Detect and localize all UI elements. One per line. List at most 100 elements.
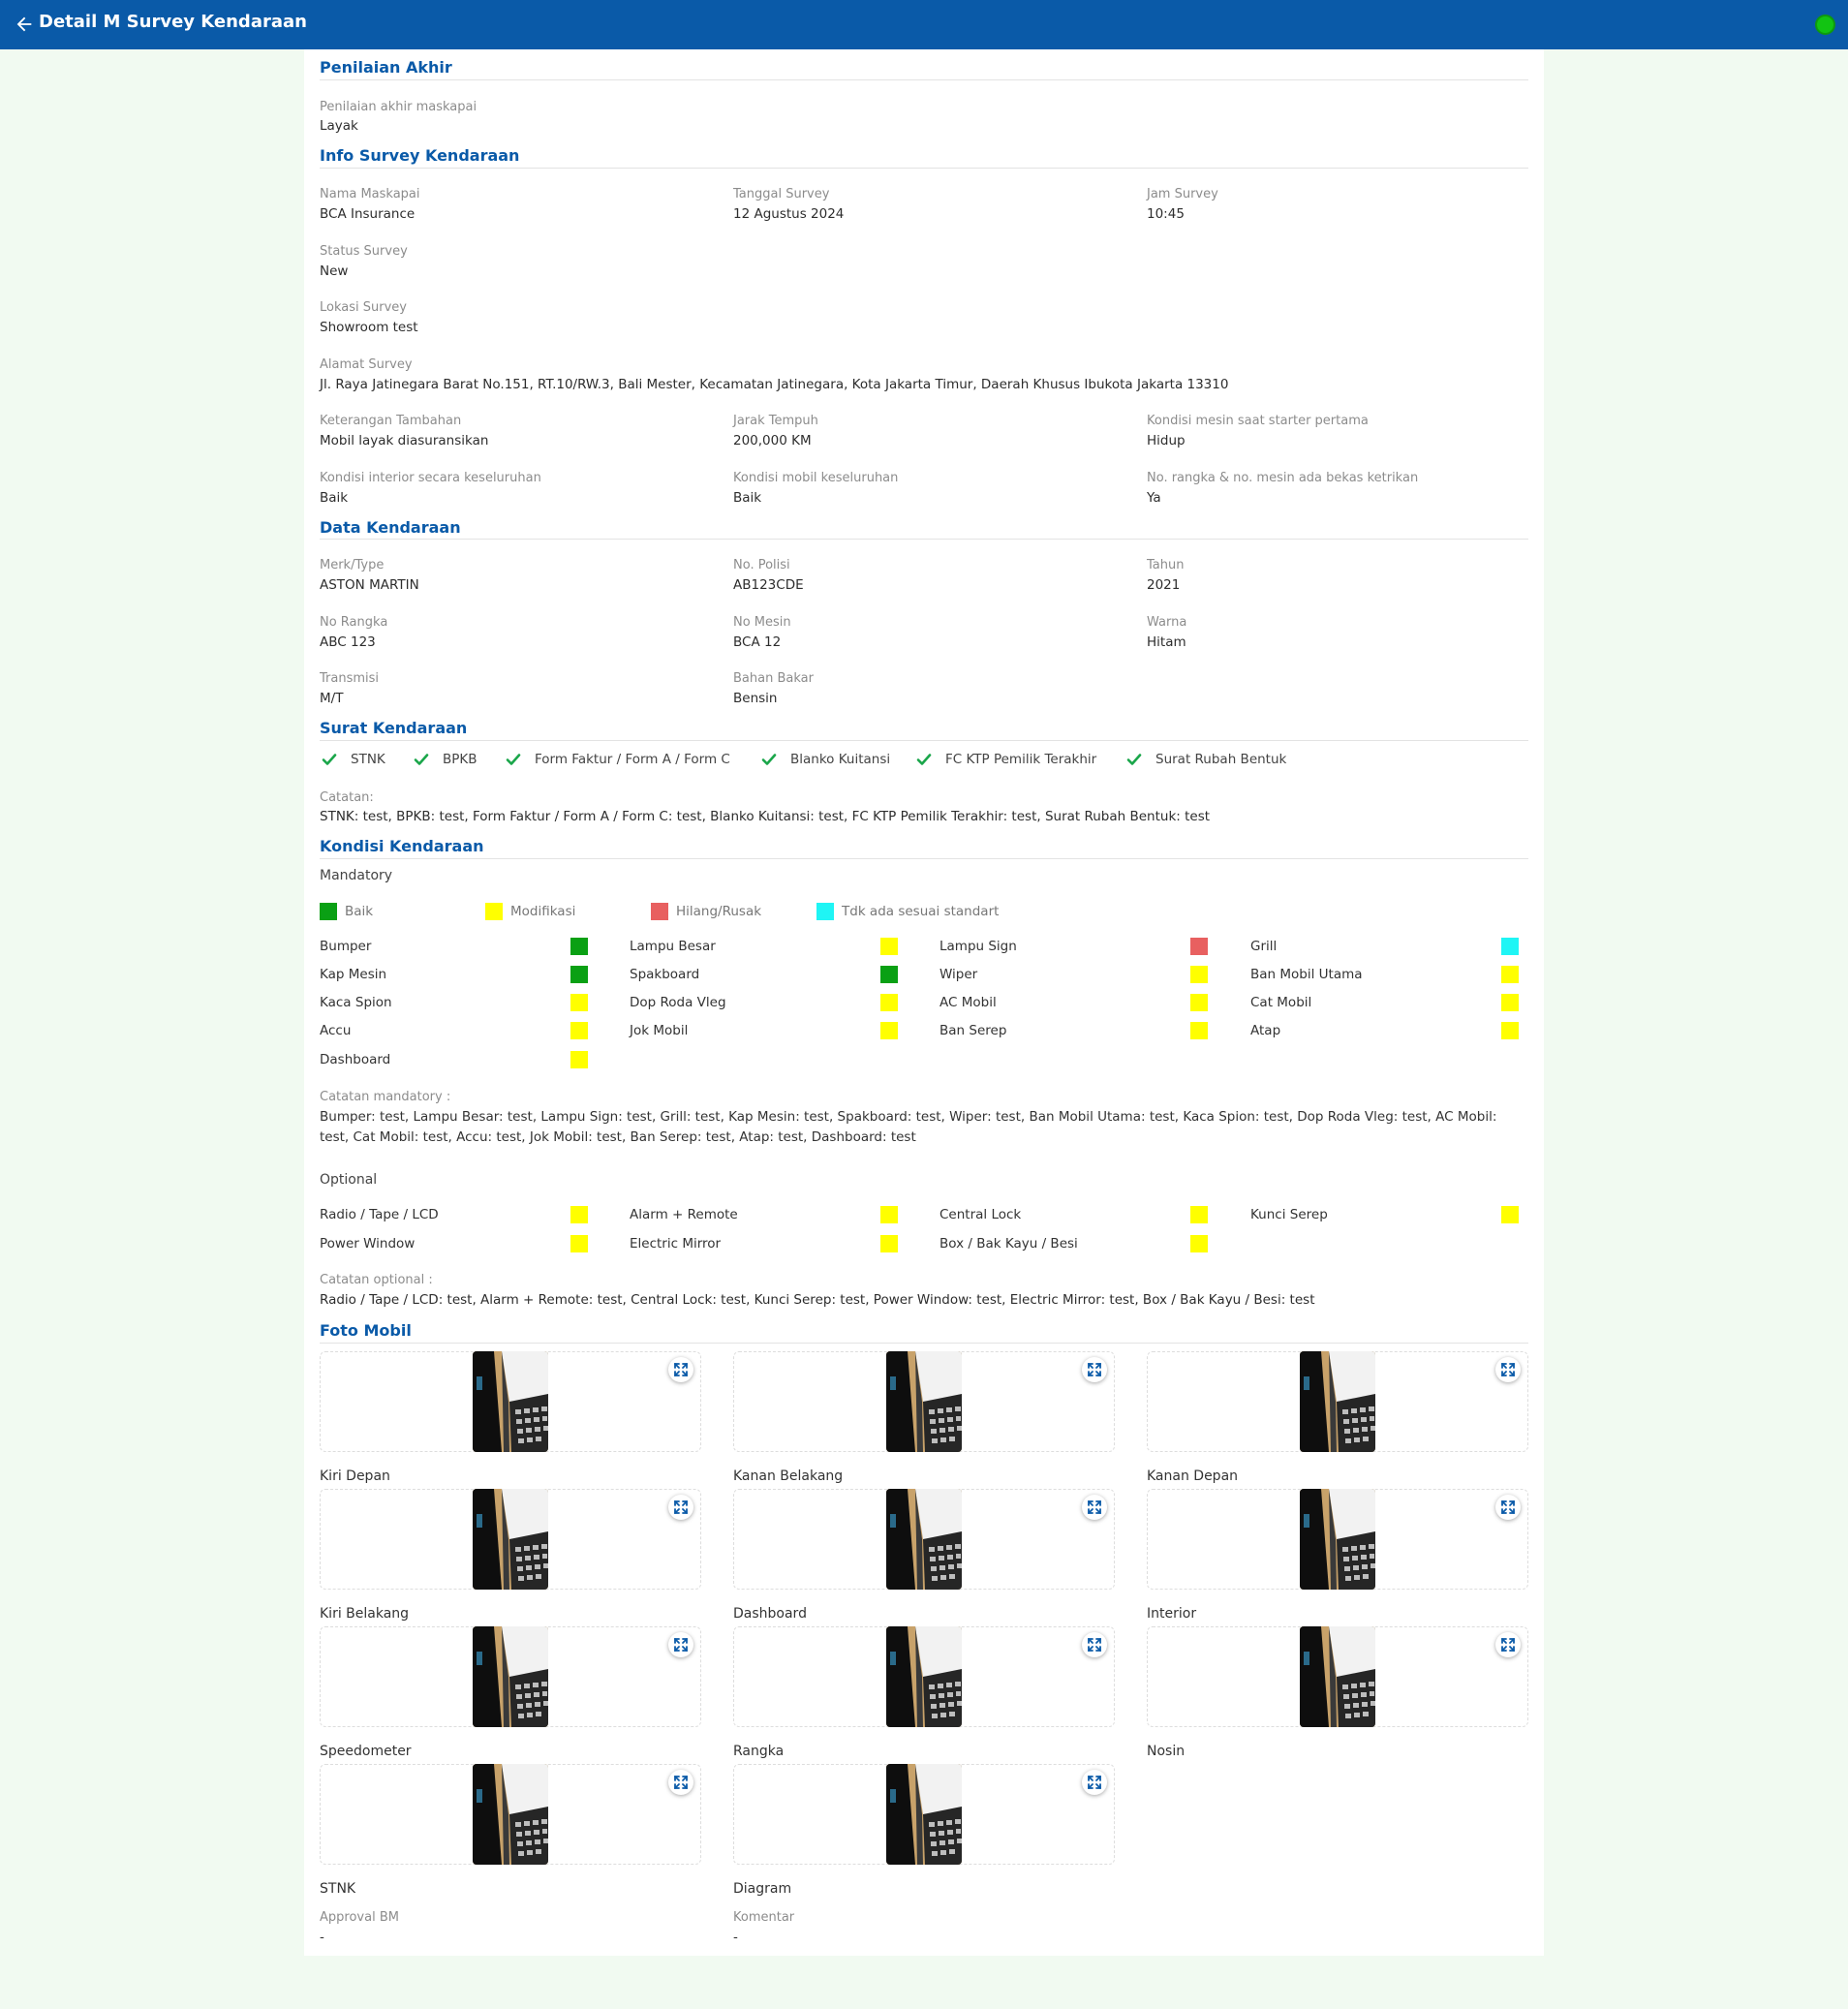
legend-label: Modifikasi (510, 904, 576, 919)
info-field-value: Showroom test (320, 320, 418, 335)
legend-label: Hilang/Rusak (676, 904, 762, 919)
info-field-label: Jarak Tempuh (733, 414, 818, 428)
kendaraan-field-value: Hitam (1147, 634, 1186, 650)
mandatory-note-label: Catatan mandatory : (320, 1090, 451, 1104)
surat-note: STNK: test, BPKB: test, Form Faktur / Fo… (320, 809, 1211, 824)
kendaraan-field-value: Bensin (733, 691, 778, 706)
mandatory-item-status-swatch (1501, 1022, 1519, 1039)
mandatory-item-label: Ban Mobil Utama (1250, 967, 1363, 982)
mandatory-item-status-swatch (1190, 938, 1208, 955)
expand-icon[interactable] (668, 1770, 693, 1795)
check-icon (506, 754, 521, 765)
penilaian-value: Layak (320, 118, 358, 134)
info-field-label: Keterangan Tambahan (320, 414, 462, 428)
photo-label: STNK (320, 1881, 356, 1897)
info-field-label: Tanggal Survey (733, 187, 830, 201)
legend-label: Tdk ada sesuai standart (842, 904, 1000, 919)
mandatory-item-label: Dashboard (320, 1052, 391, 1067)
expand-icon[interactable] (668, 1632, 693, 1657)
approval-value: - (320, 1930, 324, 1945)
expand-icon[interactable] (1082, 1770, 1107, 1795)
top-app-bar: Detail M Survey Kendaraan (0, 0, 1848, 49)
section-title-penilaian: Penilaian Akhir (320, 58, 452, 77)
mandatory-item-status-swatch (880, 938, 898, 955)
optional-item-status-swatch (880, 1206, 898, 1223)
penilaian-label: Penilaian akhir maskapai (320, 100, 477, 114)
photo-label: Interior (1147, 1606, 1197, 1622)
optional-item-label: Box / Bak Kayu / Besi (939, 1236, 1078, 1252)
photo-label: Kiri Depan (320, 1468, 390, 1484)
mandatory-item-status-swatch (1190, 1022, 1208, 1039)
expand-icon[interactable] (668, 1357, 693, 1382)
expand-icon[interactable] (1495, 1495, 1521, 1520)
mandatory-item-label: Wiper (939, 967, 978, 982)
photo-label: Kanan Belakang (733, 1468, 844, 1484)
section-divider (320, 1343, 1528, 1344)
kendaraan-field-label: Merk/Type (320, 558, 385, 572)
surat-item-label: STNK (351, 752, 385, 767)
mandatory-item-label: Lampu Besar (630, 939, 716, 954)
expand-icon[interactable] (1082, 1495, 1107, 1520)
car-photo-thumbnail[interactable] (886, 1489, 962, 1590)
info-field-label: Kondisi mobil keseluruhan (733, 471, 899, 485)
optional-item-label: Radio / Tape / LCD (320, 1207, 439, 1222)
optional-item-label: Kunci Serep (1250, 1207, 1328, 1222)
mandatory-note: Bumper: test, Lampu Besar: test, Lampu S… (320, 1109, 1497, 1145)
photo-label: Dashboard (733, 1606, 807, 1622)
photo-label: Speedometer (320, 1744, 412, 1759)
section-title-data-kendaraan: Data Kendaraan (320, 518, 461, 537)
mandatory-item-status-swatch (570, 938, 588, 955)
section-divider (320, 168, 1528, 169)
surat-item-label: FC KTP Pemilik Terakhir (945, 752, 1097, 767)
check-icon (322, 754, 337, 765)
info-field-label: Nama Maskapai (320, 187, 420, 201)
car-photo-thumbnail[interactable] (473, 1489, 548, 1590)
optional-note-label: Catatan optional : (320, 1273, 433, 1287)
photo-label: Rangka (733, 1744, 785, 1759)
check-icon (761, 754, 777, 765)
kendaraan-field-value: ABC 123 (320, 634, 376, 650)
mandatory-item-label: Accu (320, 1023, 352, 1038)
section-title-kondisi: Kondisi Kendaraan (320, 837, 484, 855)
optional-item-status-swatch (1190, 1235, 1208, 1252)
expand-icon[interactable] (668, 1495, 693, 1520)
optional-item-status-swatch (880, 1235, 898, 1252)
optional-item-status-swatch (1501, 1206, 1519, 1223)
surat-item-label: Form Faktur / Form A / Form C (535, 752, 730, 767)
legend-swatch (320, 903, 337, 920)
car-photo-thumbnail[interactable] (1300, 1351, 1375, 1452)
car-photo-thumbnail[interactable] (1300, 1626, 1375, 1727)
info-field-label: Status Survey (320, 244, 408, 259)
mandatory-item-label: Lampu Sign (939, 939, 1017, 954)
mandatory-item-status-swatch (880, 1022, 898, 1039)
mandatory-item-label: AC Mobil (939, 995, 997, 1010)
mandatory-item-status-swatch (1501, 966, 1519, 983)
expand-icon[interactable] (1495, 1632, 1521, 1657)
surat-note-label: Catatan: (320, 790, 374, 805)
surat-item-label: Blanko Kuitansi (790, 752, 891, 767)
back-arrow-icon[interactable] (14, 14, 35, 35)
expand-icon[interactable] (1495, 1357, 1521, 1382)
car-photo-thumbnail[interactable] (473, 1626, 548, 1727)
car-photo-thumbnail[interactable] (886, 1351, 962, 1452)
section-title-foto: Foto Mobil (320, 1321, 412, 1340)
kendaraan-field-value: 2021 (1147, 577, 1181, 593)
car-photo-thumbnail[interactable] (886, 1626, 962, 1727)
check-icon (916, 754, 932, 765)
car-photo-thumbnail[interactable] (473, 1764, 548, 1865)
expand-icon[interactable] (1082, 1632, 1107, 1657)
mandatory-item-label: Ban Serep (939, 1023, 1007, 1038)
kendaraan-field-value: BCA 12 (733, 634, 782, 650)
optional-item-label: Alarm + Remote (630, 1207, 738, 1222)
info-field-label: No. rangka & no. mesin ada bekas ketrika… (1147, 471, 1419, 485)
legend-swatch (816, 903, 834, 920)
info-field-value: 200,000 KM (733, 433, 812, 448)
expand-icon[interactable] (1082, 1357, 1107, 1382)
mandatory-item-label: Grill (1250, 939, 1278, 954)
car-photo-thumbnail[interactable] (886, 1764, 962, 1865)
check-icon (414, 754, 429, 765)
kendaraan-field-label: Bahan Bakar (733, 671, 814, 686)
car-photo-thumbnail[interactable] (1300, 1489, 1375, 1590)
car-photo-thumbnail[interactable] (473, 1351, 548, 1452)
mandatory-item-label: Spakboard (630, 967, 700, 982)
